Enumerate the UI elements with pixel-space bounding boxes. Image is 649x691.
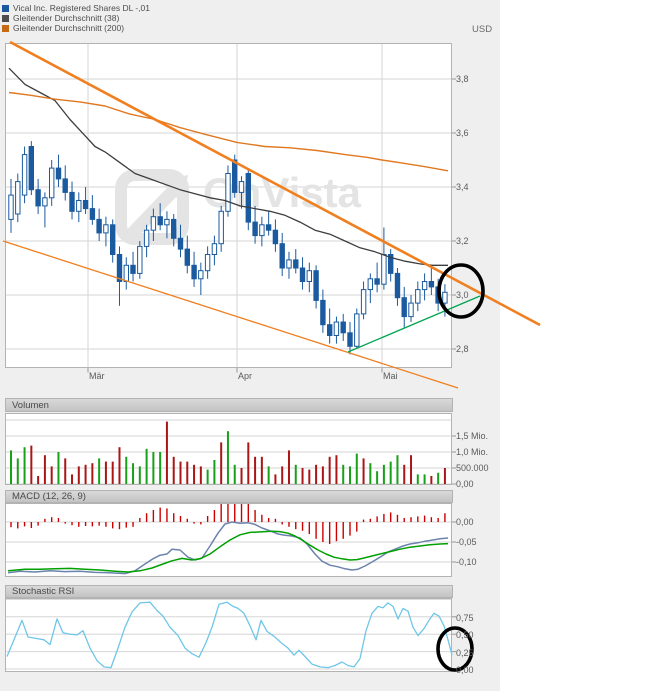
legend-item-ma200: Gleitender Durchschnitt (200)	[2, 23, 150, 33]
currency-axis-label: USD	[472, 24, 492, 35]
chart-legend: Vical Inc. Registered Shares DL -,01 Gle…	[2, 3, 150, 33]
stochastic-rsi-panel-header: Stochastic RSI	[5, 585, 453, 598]
legend-swatch-ma200-icon	[2, 25, 9, 32]
volume-panel-header: Volumen	[5, 398, 453, 412]
legend-swatch-price-icon	[2, 5, 9, 12]
macd-panel-header: MACD (12, 26, 9)	[5, 490, 453, 503]
legend-item-ma38: Gleitender Durchschnitt (38)	[2, 13, 150, 23]
chart-application-window: Vical Inc. Registered Shares DL -,01 Gle…	[0, 0, 649, 691]
legend-swatch-ma38-icon	[2, 15, 9, 22]
legend-label-ma38: Gleitender Durchschnitt (38)	[13, 13, 119, 23]
legend-label-price: Vical Inc. Registered Shares DL -,01	[13, 3, 150, 13]
legend-label-ma200: Gleitender Durchschnitt (200)	[13, 23, 124, 33]
legend-item-price: Vical Inc. Registered Shares DL -,01	[2, 3, 150, 13]
